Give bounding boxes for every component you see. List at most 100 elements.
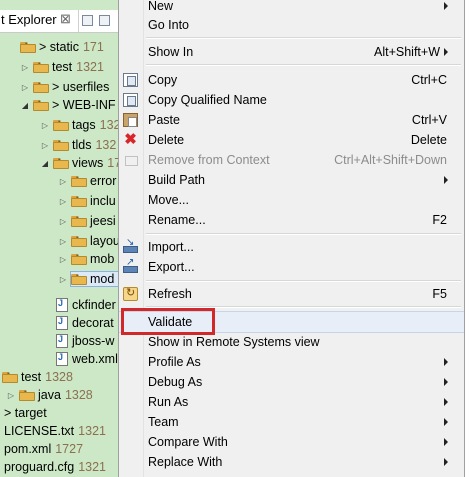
menu-item-label: Export... (148, 260, 195, 274)
tree-item[interactable]: ▪ > static 171 (20, 38, 104, 56)
tree-item-label: > userfiles (52, 80, 110, 94)
tree-item-label: test (21, 370, 42, 384)
folder-icon: ▪ (71, 193, 87, 207)
maximize-icon[interactable] (99, 15, 110, 26)
menu-item-build-path[interactable]: Build Path (119, 170, 464, 190)
explorer-tab-title[interactable]: t Explorer (1, 12, 57, 27)
menu-item-show-in[interactable]: Show In Alt+Shift+W (119, 42, 464, 62)
tree-item[interactable]: ▷ ▪ mob (58, 250, 114, 268)
validate-highlight-box (121, 308, 215, 335)
menu-item-run-as[interactable]: Run As (119, 392, 464, 412)
menu-item-move[interactable]: Move... (119, 190, 464, 210)
tree-item-label: ckfinder (72, 298, 116, 312)
tree-item[interactable]: ▷ ▪ test 1321 (20, 58, 104, 76)
menu-item-show-in-remote-systems[interactable]: Show in Remote Systems view (119, 332, 464, 352)
tree-item[interactable]: ckfinder (56, 296, 116, 314)
revision-number: 1328 (64, 388, 93, 402)
xml-file-icon (56, 334, 68, 348)
menu-item-import[interactable]: Import... (119, 237, 464, 257)
chevron-right-icon[interactable]: ▷ (58, 237, 68, 246)
chevron-down-icon[interactable]: ◢ (40, 159, 50, 168)
menu-item-delete[interactable]: ✖ Delete Delete (119, 130, 464, 150)
submenu-arrow-icon (444, 2, 448, 10)
tree-item[interactable]: ▷ ▪ jeesi (58, 212, 116, 230)
menu-item-profile-as[interactable]: Profile As (119, 352, 464, 372)
folder-icon: ▪ (71, 271, 87, 285)
chevron-down-icon[interactable]: ◢ (20, 101, 30, 110)
chevron-right-icon[interactable]: ▷ (40, 141, 50, 150)
tree-item[interactable]: ◢ ▪ views 17 (40, 154, 118, 172)
tree-item[interactable]: ▷ ▪ java 1328 (6, 386, 93, 404)
paste-icon (123, 113, 138, 127)
submenu-arrow-icon (444, 398, 448, 406)
menu-shortcut: F2 (432, 213, 447, 227)
package-folder-icon: ▪ (20, 39, 36, 53)
menu-item-team[interactable]: Team (119, 412, 464, 432)
close-icon[interactable]: ⊠ (60, 11, 71, 27)
menu-item-export[interactable]: Export... (119, 257, 464, 277)
revision-number: 1321 (78, 424, 106, 438)
revision-number: 1321 (76, 60, 104, 74)
tree-item[interactable]: pom.xml 1727 (4, 440, 83, 458)
folder-icon: ▪ (53, 155, 69, 169)
selected-tree-item[interactable]: ▪ mod (69, 271, 118, 287)
tree-item[interactable]: ▷ ▪ layou (58, 232, 118, 250)
tree-item[interactable]: ▷ ▪ tlds 132 (40, 136, 116, 154)
context-menu: New Go Into Show In Alt+Shift+W Copy Ctr… (118, 0, 465, 477)
tree-item[interactable]: ▷ ▪ tags 132 (40, 116, 118, 134)
menu-item-label: Import... (148, 240, 194, 254)
menu-item-label: Delete (148, 133, 185, 147)
tree-item[interactable]: ▷ ▪ inclu (58, 192, 116, 210)
tree-item-label: tags (72, 118, 96, 132)
tree-item[interactable]: jboss-w (56, 332, 114, 350)
tree-item[interactable]: LICENSE.txt 1321 (4, 422, 106, 440)
tree-item[interactable]: web.xml (56, 350, 118, 368)
chevron-right-icon[interactable]: ▷ (20, 63, 30, 72)
tree-item-label: jboss-w (72, 334, 115, 348)
menu-item-replace-with[interactable]: Replace With (119, 452, 464, 472)
chevron-right-icon[interactable]: ▷ (58, 177, 68, 186)
menu-item-paste[interactable]: Paste Ctrl+V (119, 110, 464, 130)
chevron-right-icon[interactable]: ▷ (40, 121, 50, 130)
copy-qualified-name-icon (123, 93, 138, 107)
chevron-right-icon[interactable]: ▷ (58, 275, 68, 284)
tree-item[interactable]: decorat (56, 314, 114, 332)
menu-item-refresh[interactable]: Refresh F5 (119, 284, 464, 304)
menu-item-debug-as[interactable]: Debug As (119, 372, 464, 392)
tree-item[interactable]: proguard.cfg 1321 (4, 458, 106, 476)
menu-shortcut: Ctrl+V (411, 113, 447, 127)
menu-shortcut: F5 (432, 287, 447, 301)
chevron-right-icon[interactable]: ▷ (58, 255, 68, 264)
tree-item[interactable]: ▷ ▪ mod (58, 270, 118, 288)
menu-separator (146, 306, 461, 308)
revision-number: 132 (99, 118, 118, 132)
view-toolbar (82, 15, 110, 26)
menu-item-label: Team (148, 415, 179, 429)
jsp-file-icon (56, 316, 68, 330)
menu-item-compare-with[interactable]: Compare With (119, 432, 464, 452)
tree-item[interactable]: > target (4, 404, 47, 422)
menu-item-go-into[interactable]: Go Into (119, 15, 464, 35)
menu-item-copy[interactable]: Copy Ctrl+C (119, 70, 464, 90)
jsp-file-icon (56, 298, 68, 312)
tree-item-label: web.xml (72, 352, 118, 366)
tree-item[interactable]: ◢ ▪ > WEB-INF17 (20, 96, 118, 114)
minimize-icon[interactable] (82, 15, 93, 26)
menu-item-remove-from-context: Remove from Context Ctrl+Alt+Shift+Down (119, 150, 464, 170)
menu-item-copy-qualified-name[interactable]: Copy Qualified Name (119, 90, 464, 110)
chevron-right-icon[interactable]: ▷ (58, 197, 68, 206)
tree-item[interactable]: ▪ test 1328 (2, 368, 73, 386)
chevron-right-icon[interactable]: ▷ (20, 83, 30, 92)
submenu-arrow-icon (444, 176, 448, 184)
submenu-arrow-icon (444, 358, 448, 366)
tree-item[interactable]: ▷ ▪ > userfiles (20, 78, 113, 96)
submenu-arrow-icon (444, 438, 448, 446)
folder-icon: ▪ (53, 117, 69, 131)
chevron-right-icon[interactable]: ▷ (58, 217, 68, 226)
menu-item-rename[interactable]: Rename... F2 (119, 210, 464, 230)
menu-item-new[interactable]: New (119, 0, 464, 16)
tree-item-label: test (52, 60, 73, 74)
tree-item-label: layou (90, 234, 118, 248)
chevron-right-icon[interactable]: ▷ (6, 391, 16, 400)
tree-item[interactable]: ▷ ▪ error (58, 172, 116, 190)
